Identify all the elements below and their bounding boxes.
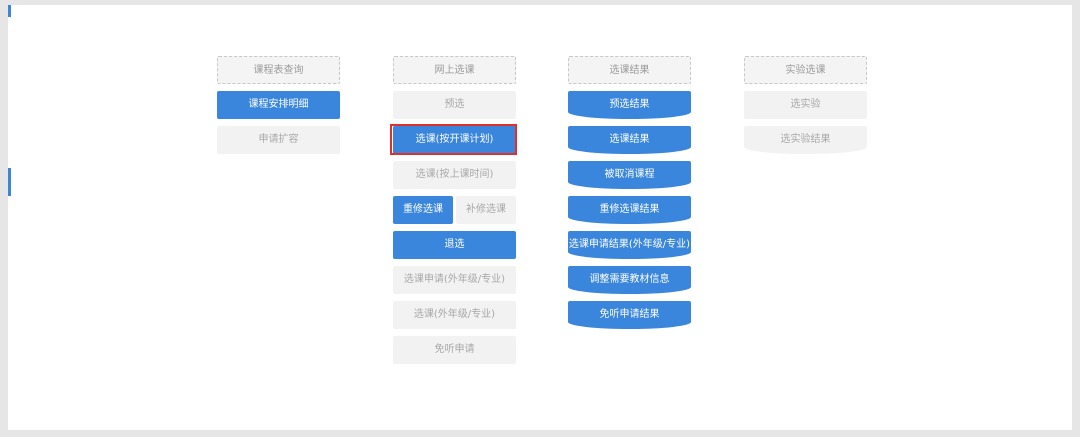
exemption-apply-button[interactable]: 免听申请 — [393, 336, 516, 364]
left-accent-bar — [8, 5, 11, 17]
apply-other-grade-button[interactable]: 选课申请(外年级/专业) — [393, 266, 516, 294]
header-lab-selection[interactable]: 实验选课 — [744, 56, 867, 84]
apply-results-other-grade-button[interactable]: 选课申请结果(外年级/专业) — [568, 231, 691, 259]
preselect-button[interactable]: 预选 — [393, 91, 516, 119]
lab-results-button[interactable]: 选实验结果 — [744, 126, 867, 154]
select-by-plan-button[interactable]: 选课(按开课计划) — [393, 126, 516, 154]
select-lab-button[interactable]: 选实验 — [744, 91, 867, 119]
exemption-results-button[interactable]: 免听申请结果 — [568, 301, 691, 329]
preselect-results-button[interactable]: 预选结果 — [568, 91, 691, 119]
select-by-time-button[interactable]: 选课(按上课时间) — [393, 161, 516, 189]
select-other-grade-button[interactable]: 选课(外年级/专业) — [393, 301, 516, 329]
apply-expansion-button[interactable]: 申请扩容 — [217, 126, 340, 154]
header-schedule-query[interactable]: 课程表查询 — [217, 56, 340, 84]
retake-selection-button[interactable]: 重修选课 — [393, 196, 453, 224]
left-accent-bar — [8, 168, 11, 196]
withdraw-button[interactable]: 退选 — [393, 231, 516, 259]
cancelled-courses-button[interactable]: 被取消课程 — [568, 161, 691, 189]
makeup-selection-button[interactable]: 补修选课 — [456, 196, 516, 224]
header-online-selection[interactable]: 网上选课 — [393, 56, 516, 84]
main-panel — [8, 5, 1072, 430]
course-arrangement-detail-button[interactable]: 课程安排明细 — [217, 91, 340, 119]
textbook-info-button[interactable]: 调整需要教材信息 — [568, 266, 691, 294]
selection-results-button[interactable]: 选课结果 — [568, 126, 691, 154]
header-selection-results[interactable]: 选课结果 — [568, 56, 691, 84]
retake-results-button[interactable]: 重修选课结果 — [568, 196, 691, 224]
